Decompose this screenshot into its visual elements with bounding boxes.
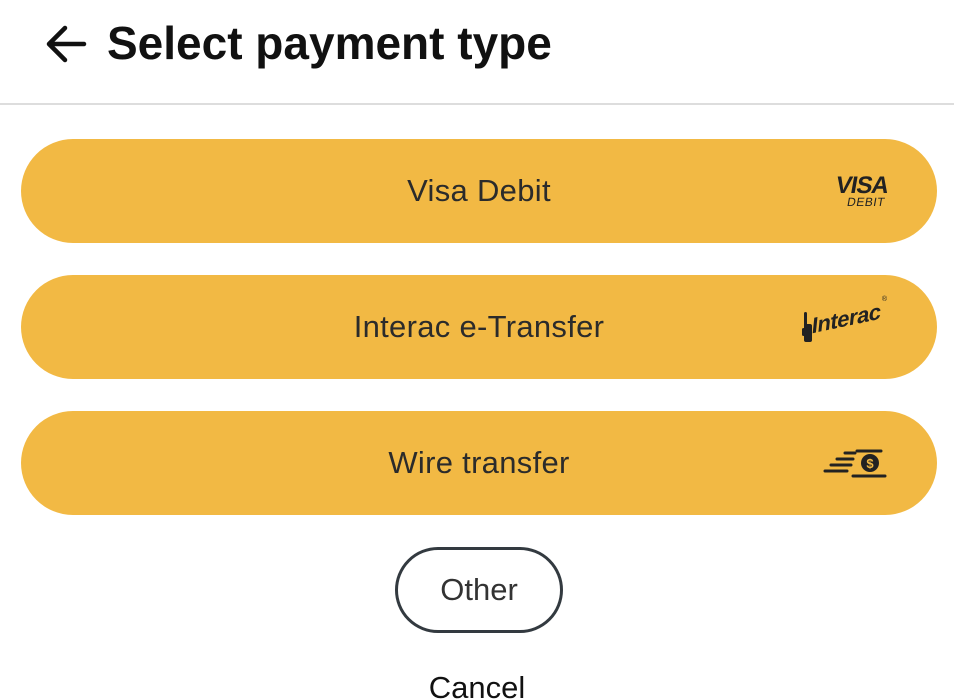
- page-title: Select payment type: [107, 17, 552, 69]
- back-button[interactable]: [42, 20, 90, 68]
- money-transfer-glyph: $: [823, 449, 887, 478]
- option-label: Wire transfer: [388, 445, 570, 480]
- visa-debit-logo-text: VISA DEBIT: [833, 172, 891, 209]
- wire-transfer-option[interactable]: Wire transfer $: [21, 411, 937, 515]
- visa-debit-logo: VISA DEBIT: [833, 172, 891, 209]
- interac-logo-mark: Interac ®: [802, 296, 887, 344]
- other-button[interactable]: Other: [395, 547, 563, 633]
- cancel-link[interactable]: Cancel: [0, 668, 954, 700]
- payment-options-list: Visa Debit VISA DEBIT Interac e-Transfer…: [21, 139, 937, 547]
- header: Select payment type: [0, 0, 954, 105]
- option-label: Interac e-Transfer: [353, 309, 605, 344]
- payment-type-screen: Select payment type Visa Debit VISA DEBI…: [0, 0, 954, 700]
- svg-text:$: $: [866, 456, 874, 471]
- arrow-left-icon: [46, 25, 87, 63]
- money-transfer-icon: $: [823, 445, 887, 481]
- interac-logo: Interac ®: [802, 296, 887, 344]
- interac-etransfer-option[interactable]: Interac e-Transfer Interac ®: [21, 275, 937, 379]
- option-label: Visa Debit: [407, 173, 551, 208]
- visa-debit-option[interactable]: Visa Debit VISA DEBIT: [21, 139, 937, 243]
